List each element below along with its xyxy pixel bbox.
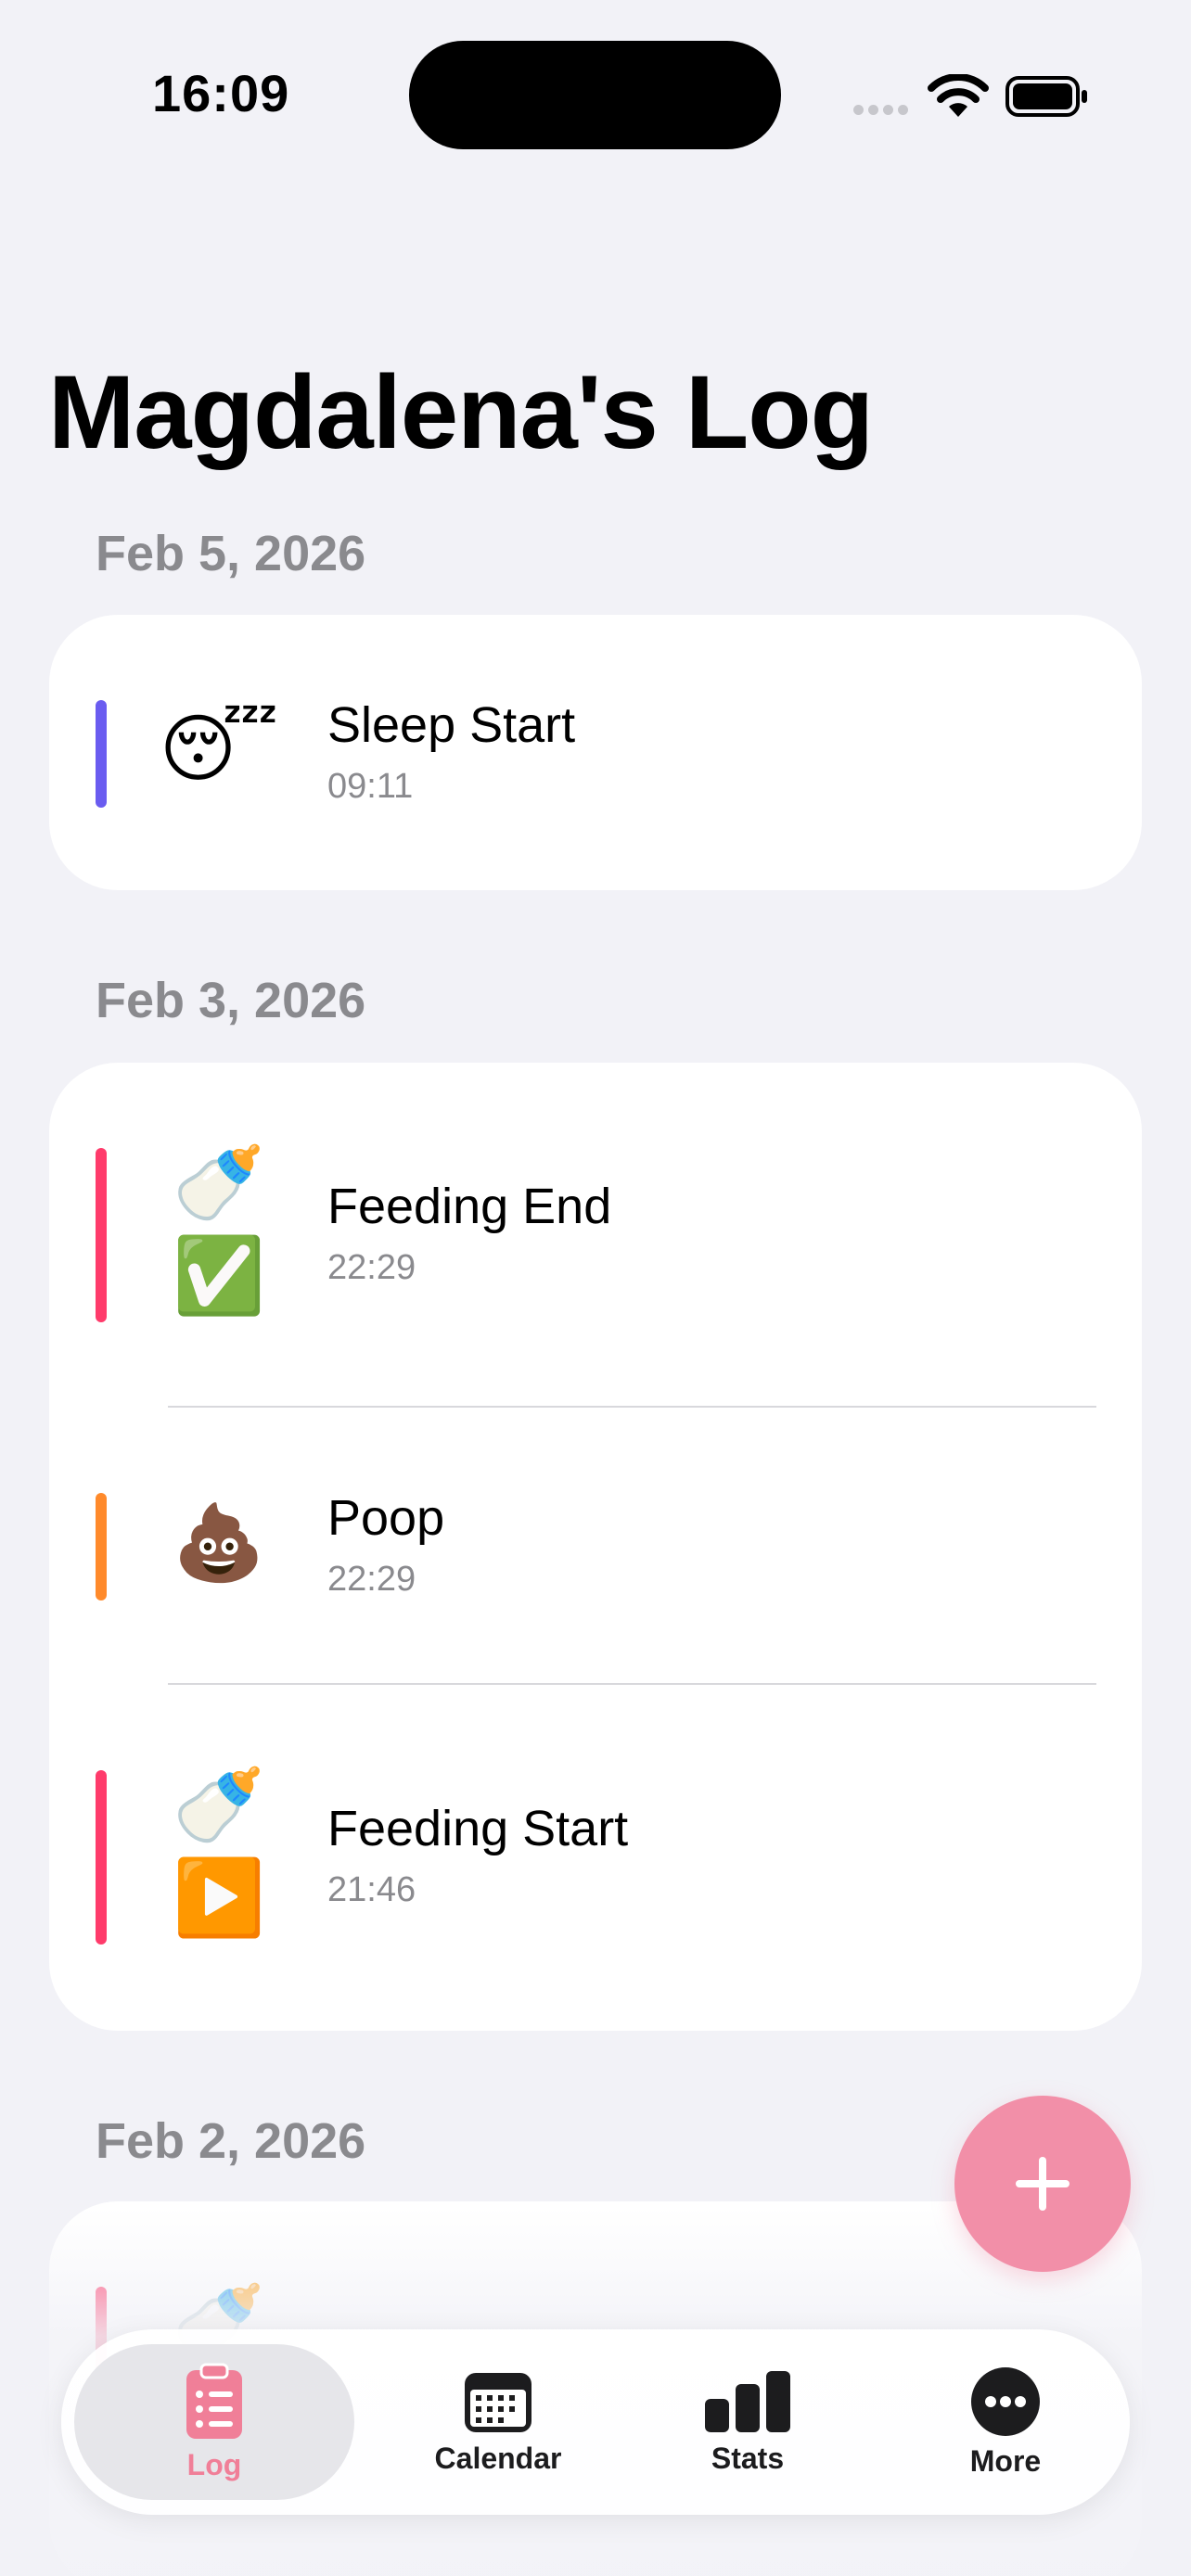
plus-icon xyxy=(1016,2157,1069,2211)
tab-log[interactable]: Log xyxy=(74,2329,354,2515)
entry-accent-bar xyxy=(96,700,107,808)
section-date: Feb 5, 2026 xyxy=(96,526,366,581)
wifi-icon xyxy=(928,74,989,117)
tab-label: Stats xyxy=(711,2441,785,2475)
entry-title: Feeding End xyxy=(327,1179,612,1234)
entry-accent-bar xyxy=(96,1148,107,1322)
entry-title: Sleep Start xyxy=(327,697,576,753)
entries-card: 🍼 ✅ Feeding End 22:29 💩 Poop 22:29 🍼 ▶️ … xyxy=(49,1063,1142,2031)
page-title: Magdalena's Log xyxy=(48,354,874,470)
battery-icon xyxy=(1005,76,1087,117)
section-date: Feb 2, 2026 xyxy=(96,2113,366,2169)
tab-label: More xyxy=(969,2443,1042,2478)
tab-calendar[interactable]: Calendar xyxy=(391,2329,605,2515)
log-entry-feeding-end[interactable]: 🍼 ✅ Feeding End 22:29 xyxy=(49,1063,1142,1407)
tab-label: Calendar xyxy=(434,2441,562,2475)
entry-accent-bar xyxy=(96,1770,107,1945)
chart-bar-icon xyxy=(705,2370,790,2432)
section-date: Feb 3, 2026 xyxy=(96,973,366,1028)
entry-time: 09:11 xyxy=(327,767,414,806)
bottle-play-icon: 🍼 ▶️ xyxy=(173,1764,265,1939)
sleep-emoji-icon: 😴 xyxy=(159,708,279,790)
tab-label: Log xyxy=(186,2447,242,2481)
log-entry-sleep-start[interactable]: 😴 Sleep Start 09:11 xyxy=(49,615,1142,890)
tab-more[interactable]: More xyxy=(913,2329,1098,2515)
entries-card: 😴 Sleep Start 09:11 xyxy=(49,615,1142,890)
poop-emoji-icon: 💩 xyxy=(173,1501,265,1584)
entry-accent-bar xyxy=(96,1493,107,1600)
entry-time: 22:29 xyxy=(327,1248,416,1287)
entry-time: 21:46 xyxy=(327,1870,416,1909)
dynamic-island xyxy=(409,41,781,149)
entry-title: Poop xyxy=(327,1490,445,1546)
add-entry-button[interactable] xyxy=(954,2096,1131,2272)
entry-title: Feeding Start xyxy=(327,1801,629,1856)
bottle-check-icon: 🍼 ✅ xyxy=(173,1141,265,1317)
log-screen: 16:09 Magdalena's Log Feb 5, 2026 😴 Slee… xyxy=(0,0,1191,2576)
ellipsis-icon xyxy=(971,2366,1040,2436)
entry-time: 22:29 xyxy=(327,1560,416,1599)
log-entry-poop[interactable]: 💩 Poop 22:29 xyxy=(49,1408,1142,1684)
tab-bar: Log Calendar Stats More xyxy=(61,2329,1130,2515)
tab-stats[interactable]: Stats xyxy=(655,2329,840,2515)
cellular-signal-icon xyxy=(853,103,913,120)
clipboard-icon xyxy=(186,2363,242,2439)
log-entry-feeding-start[interactable]: 🍼 ▶️ Feeding Start 21:46 xyxy=(49,1685,1142,2031)
status-time: 16:09 xyxy=(152,64,290,122)
calendar-icon xyxy=(465,2372,531,2432)
